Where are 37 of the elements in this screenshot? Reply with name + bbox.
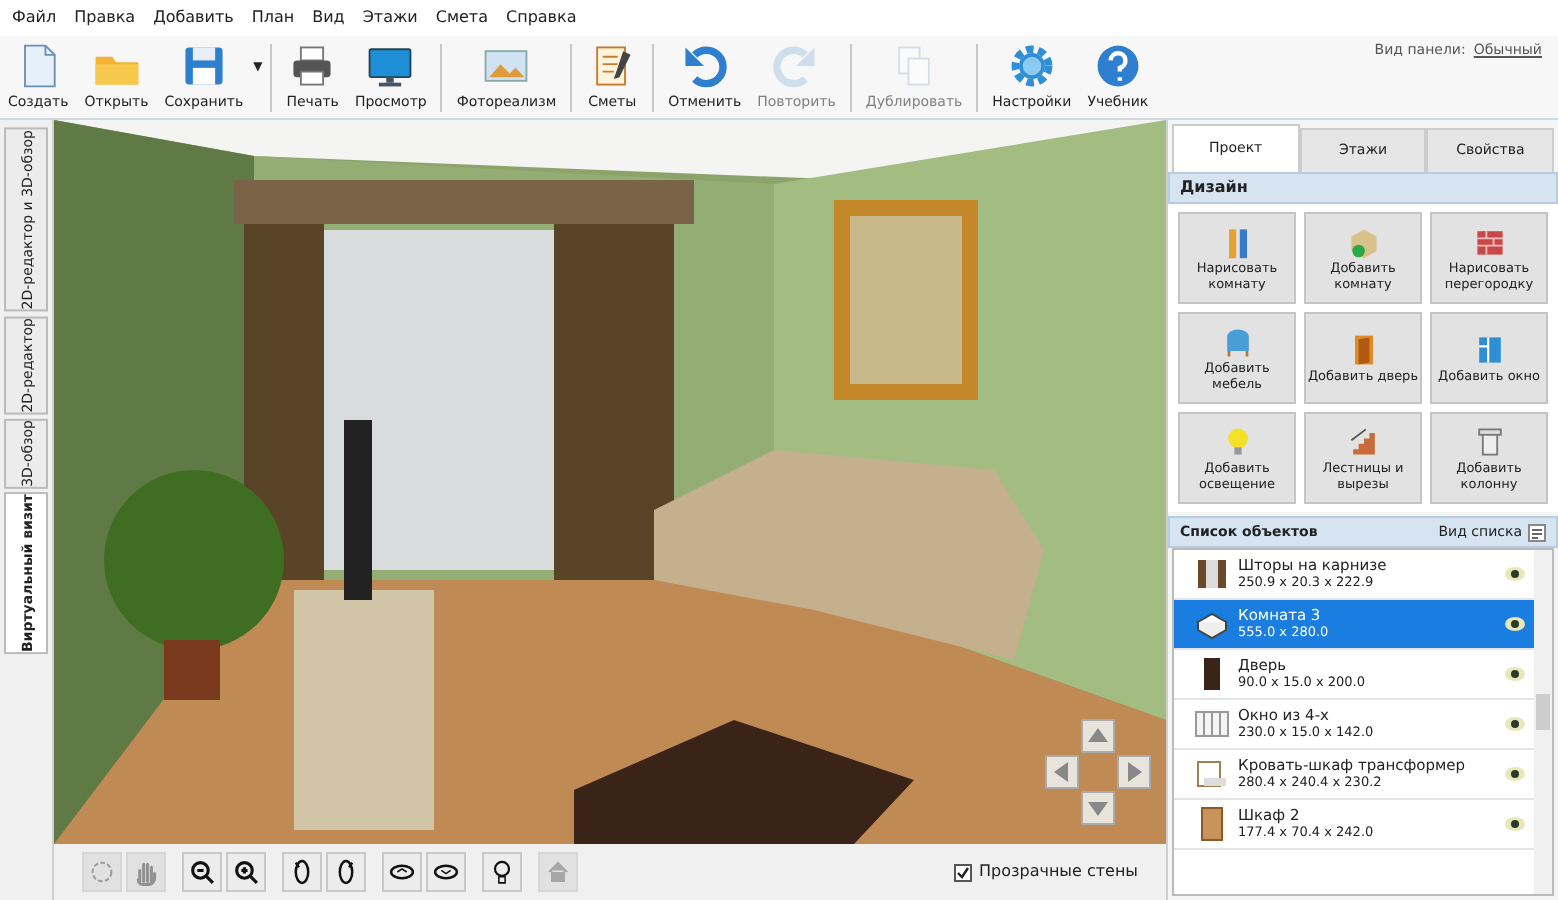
- eye-icon[interactable]: [1504, 616, 1526, 632]
- eye-icon[interactable]: [1504, 766, 1526, 782]
- transparent-walls-label: Прозрачные стены: [979, 860, 1138, 884]
- scrollbar[interactable]: [1534, 550, 1552, 894]
- room-box-icon: [1345, 224, 1381, 260]
- curtain-icon: [1194, 556, 1230, 592]
- tilt-up-button[interactable]: [382, 852, 422, 892]
- light-bulb-icon: [488, 858, 516, 886]
- menu-item[interactable]: Смета: [435, 6, 488, 30]
- eye-icon[interactable]: [1504, 566, 1526, 582]
- eye-icon[interactable]: [1504, 666, 1526, 682]
- design-section-header: Дизайн: [1168, 172, 1558, 204]
- menu-item[interactable]: Вид: [312, 6, 345, 30]
- list-view-icon[interactable]: [1528, 523, 1546, 541]
- menu-item[interactable]: Справка: [506, 6, 577, 30]
- zoom-out-icon: [188, 858, 216, 886]
- menu-item[interactable]: Файл: [12, 6, 57, 30]
- home-icon: [544, 858, 572, 886]
- zoom-in-button[interactable]: [226, 852, 266, 892]
- eye-icon[interactable]: [1504, 816, 1526, 832]
- staircase-icon: [1345, 424, 1381, 460]
- window-frame-icon: [1194, 706, 1230, 742]
- rotate-right-button[interactable]: [326, 852, 366, 892]
- menu-item[interactable]: План: [251, 6, 295, 30]
- menu-item[interactable]: Добавить: [153, 6, 234, 30]
- tilt-down-button[interactable]: [426, 852, 466, 892]
- hand-icon: [132, 858, 160, 886]
- menu-item[interactable]: Правка: [74, 6, 136, 30]
- rotate-left-button[interactable]: [282, 852, 322, 892]
- eye-icon[interactable]: [1504, 716, 1526, 732]
- light-bulb-button[interactable]: [482, 852, 522, 892]
- zoom-out-button[interactable]: [182, 852, 222, 892]
- menu-item[interactable]: Этажи: [362, 6, 418, 30]
- checkbox[interactable]: [953, 863, 971, 881]
- navigation-arrows-icon[interactable]: [1042, 716, 1154, 828]
- zoom-in-icon: [232, 858, 260, 886]
- rotate-360-icon: [88, 858, 116, 886]
